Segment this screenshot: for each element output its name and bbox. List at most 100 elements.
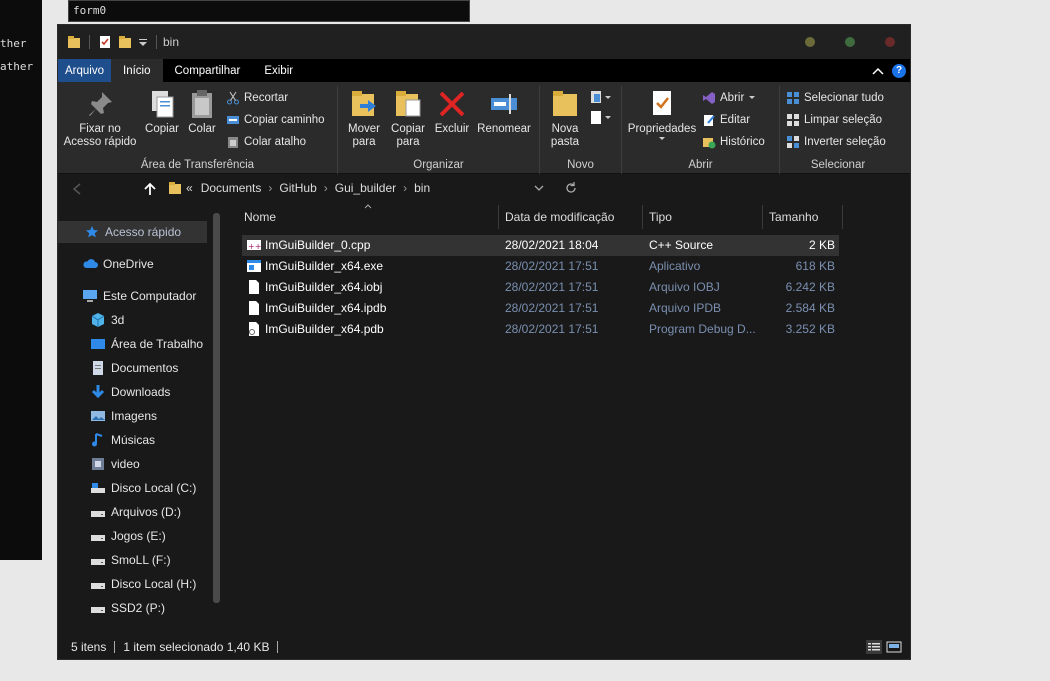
- divider: [89, 35, 90, 49]
- column-divider[interactable]: [498, 205, 499, 229]
- column-header-size[interactable]: Tamanho: [769, 205, 818, 229]
- sidebar-item-video[interactable]: video: [58, 453, 140, 475]
- file-icon: [249, 301, 259, 315]
- sidebar-item-drive-f[interactable]: SmoLL (F:): [58, 549, 171, 571]
- help-icon[interactable]: ?: [892, 63, 906, 78]
- select-group-label: Selecionar: [810, 159, 866, 171]
- drive-icon: [91, 607, 105, 613]
- table-row[interactable]: ImGuiBuilder_x64.ipdb 28/02/2021 17:51 A…: [242, 298, 839, 319]
- breadcrumb-github[interactable]: GitHub: [279, 181, 316, 195]
- sidebar-item-music[interactable]: Músicas: [58, 429, 155, 451]
- select-none-icon: [787, 114, 799, 126]
- terminal-line: ther: [0, 37, 27, 50]
- select-none-button[interactable]: Limpar seleção: [786, 112, 886, 128]
- column-divider[interactable]: [642, 205, 643, 229]
- edit-label: Editar: [720, 114, 751, 126]
- sidebar-item-label: SSD2 (P:): [111, 601, 166, 615]
- scissors-icon: [227, 91, 239, 105]
- breadcrumb-bin[interactable]: bin: [414, 181, 430, 195]
- invert-selection-button[interactable]: Inverter seleção: [786, 134, 886, 150]
- invert-selection-label: Inverter seleção: [804, 136, 886, 148]
- computer-icon: [83, 290, 97, 302]
- sidebar-item-label: Imagens: [111, 409, 158, 423]
- table-row[interactable]: ++ ImGuiBuilder_0.cpp 28/02/2021 18:04 C…: [242, 235, 839, 256]
- copy-path-button[interactable]: Copiar caminho: [226, 112, 325, 128]
- chevron-up-icon[interactable]: [872, 66, 884, 76]
- visual-studio-icon: [703, 92, 715, 104]
- open-button[interactable]: Abrir: [702, 90, 765, 106]
- table-row[interactable]: ImGuiBuilder_x64.exe 28/02/2021 17:51 Ap…: [242, 256, 839, 277]
- easy-access-icon[interactable]: [590, 110, 612, 126]
- sidebar-item-drive-e[interactable]: Jogos (E:): [58, 525, 166, 547]
- rename-icon: [491, 94, 517, 114]
- music-icon: [92, 433, 103, 447]
- cpp-file-icon: ++: [247, 240, 261, 251]
- chevron-down-icon[interactable]: [534, 185, 544, 192]
- sidebar-item-desktop[interactable]: Área de Trabalho: [58, 333, 203, 355]
- paste-shortcut-label: Colar atalho: [244, 136, 307, 148]
- sidebar-item-label: video: [111, 457, 140, 471]
- file-type: Arquivo IOBJ: [649, 280, 720, 294]
- cut-button[interactable]: Recortar: [226, 90, 325, 106]
- sidebar-item-quick-access[interactable]: Acesso rápido: [58, 221, 207, 243]
- tab-share[interactable]: Compartilhar: [163, 59, 253, 82]
- customize-dropdown-icon[interactable]: [138, 35, 148, 49]
- pdb-file-icon: [249, 322, 259, 336]
- sidebar-item-drive-d[interactable]: Arquivos (D:): [58, 501, 181, 523]
- chevron-down-icon: [749, 96, 756, 99]
- column-header-name[interactable]: Nome: [244, 205, 276, 229]
- breadcrumb-overflow[interactable]: «: [186, 181, 193, 195]
- breadcrumb-gui-builder[interactable]: Gui_builder: [335, 181, 396, 195]
- folder-icon[interactable]: [67, 35, 81, 49]
- file-size: 3.252 KB: [785, 322, 835, 336]
- sidebar-item-downloads[interactable]: Downloads: [58, 381, 170, 403]
- edit-button[interactable]: Editar: [702, 112, 765, 128]
- tab-file[interactable]: Arquivo: [58, 59, 111, 82]
- tab-home[interactable]: Início: [111, 59, 163, 82]
- video-icon: [92, 458, 104, 470]
- open-group: Propriedades Abrir Editar Histórico Abri…: [622, 86, 780, 174]
- cloud-icon: [83, 259, 98, 268]
- sidebar-item-label: Jogos (E:): [111, 529, 166, 543]
- sidebar-item-pictures[interactable]: Imagens: [58, 405, 157, 427]
- refresh-icon[interactable]: [565, 182, 577, 194]
- new-folder-icon[interactable]: [118, 35, 132, 49]
- history-button[interactable]: Histórico: [702, 134, 765, 150]
- large-icons-view-icon[interactable]: [886, 640, 902, 654]
- breadcrumb-separator: ›: [268, 181, 273, 195]
- table-row[interactable]: ImGuiBuilder_x64.pdb 28/02/2021 17:51 Pr…: [242, 319, 839, 340]
- new-item-icon[interactable]: [590, 90, 612, 106]
- sidebar-item-onedrive[interactable]: OneDrive: [58, 253, 154, 275]
- sidebar-item-drive-p[interactable]: SSD2 (P:): [58, 597, 165, 619]
- properties-icon[interactable]: [98, 35, 112, 49]
- column-divider[interactable]: [762, 205, 763, 229]
- sidebar-item-drive-h[interactable]: Disco Local (H:): [58, 573, 196, 595]
- nav-scrollbar[interactable]: [213, 213, 220, 603]
- breadcrumb-documents[interactable]: Documents: [201, 181, 262, 195]
- sidebar-item-label: Área de Trabalho: [111, 337, 204, 351]
- column-divider[interactable]: [842, 205, 843, 229]
- select-group: Selecionar tudo Limpar seleção Inverter …: [780, 86, 896, 174]
- copy-path-label: Copiar caminho: [244, 114, 325, 126]
- sidebar-item-documents[interactable]: Documentos: [58, 357, 178, 379]
- item-count: 5 itens: [71, 640, 107, 654]
- column-header-type[interactable]: Tipo: [649, 205, 672, 229]
- paste-shortcut-button[interactable]: Colar atalho: [226, 134, 325, 150]
- sidebar-item-this-pc[interactable]: Este Computador: [58, 285, 196, 307]
- column-header-date[interactable]: Data de modificação: [505, 205, 614, 229]
- sidebar-item-3d[interactable]: 3d: [58, 309, 124, 331]
- sidebar-item-drive-c[interactable]: Disco Local (C:): [58, 477, 196, 499]
- file-date: 28/02/2021 17:51: [505, 322, 599, 336]
- sidebar-item-label: Documentos: [111, 361, 179, 375]
- minimize-button[interactable]: [805, 37, 815, 47]
- close-button[interactable]: [885, 37, 895, 47]
- tab-view[interactable]: Exibir: [252, 59, 305, 82]
- invert-selection-icon: [787, 136, 799, 148]
- back-arrow-icon[interactable]: [72, 183, 82, 195]
- file-date: 28/02/2021 17:51: [505, 280, 599, 294]
- select-all-button[interactable]: Selecionar tudo: [786, 90, 886, 106]
- maximize-button[interactable]: [845, 37, 855, 47]
- details-view-icon[interactable]: [866, 640, 882, 654]
- table-row[interactable]: ImGuiBuilder_x64.iobj 28/02/2021 17:51 A…: [242, 277, 839, 298]
- up-arrow-icon[interactable]: [144, 182, 156, 196]
